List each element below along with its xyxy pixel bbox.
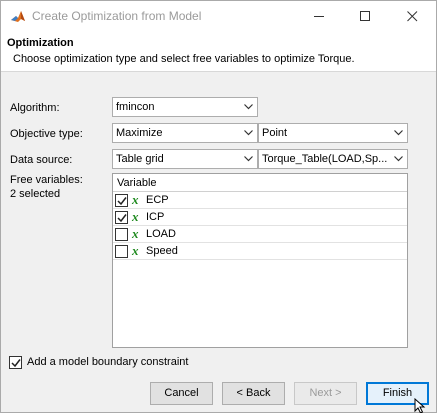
table-row[interactable]: x ECP bbox=[113, 192, 407, 209]
variable-checkbox[interactable] bbox=[115, 228, 128, 241]
variable-icon: x bbox=[132, 192, 139, 207]
algorithm-label: Algorithm: bbox=[10, 102, 60, 114]
algorithm-dropdown[interactable]: fmincon bbox=[112, 97, 258, 117]
variable-name: ICP bbox=[146, 211, 165, 223]
minimize-button[interactable] bbox=[297, 1, 343, 32]
objective-point-value: Point bbox=[262, 127, 288, 139]
table-row[interactable]: x ICP bbox=[113, 209, 407, 226]
mouse-cursor-icon bbox=[414, 397, 426, 413]
page-title: Optimization bbox=[7, 37, 74, 49]
next-button[interactable]: Next > bbox=[294, 382, 357, 405]
back-button[interactable]: < Back bbox=[222, 382, 285, 405]
objective-type-value: Maximize bbox=[116, 127, 163, 139]
chevron-down-icon bbox=[390, 150, 407, 168]
data-source-label: Data source: bbox=[10, 154, 73, 166]
data-source-value: Table grid bbox=[116, 153, 164, 165]
table-row[interactable]: x Speed bbox=[113, 243, 407, 260]
data-table-value: Torque_Table(LOAD,Sp... bbox=[262, 153, 388, 165]
table-header[interactable]: Variable bbox=[113, 174, 407, 192]
close-icon bbox=[407, 11, 418, 22]
window-title: Create Optimization from Model bbox=[32, 9, 202, 23]
variable-name: LOAD bbox=[146, 228, 176, 240]
checkmark-icon bbox=[117, 214, 127, 223]
variable-name: Speed bbox=[146, 245, 178, 257]
variable-icon: x bbox=[132, 209, 139, 224]
chevron-down-icon bbox=[240, 98, 257, 116]
maximize-button[interactable] bbox=[343, 1, 389, 32]
data-table-dropdown[interactable]: Torque_Table(LOAD,Sp... bbox=[258, 149, 408, 169]
column-header-variable: Variable bbox=[117, 177, 157, 189]
boundary-constraint-checkbox[interactable] bbox=[9, 356, 22, 369]
close-button[interactable] bbox=[390, 1, 436, 32]
variable-name: ECP bbox=[146, 194, 169, 206]
page-description: Choose optimization type and select free… bbox=[13, 53, 355, 65]
cancel-button[interactable]: Cancel bbox=[150, 382, 213, 405]
table-row[interactable]: x LOAD bbox=[113, 226, 407, 243]
title-bar[interactable]: Create Optimization from Model bbox=[1, 1, 436, 32]
minimize-icon bbox=[314, 16, 324, 17]
objective-type-label: Objective type: bbox=[10, 128, 83, 140]
checkmark-icon bbox=[11, 359, 21, 368]
variable-checkbox[interactable] bbox=[115, 211, 128, 224]
data-source-dropdown[interactable]: Table grid bbox=[112, 149, 258, 169]
checkmark-icon bbox=[117, 197, 127, 206]
maximize-icon bbox=[360, 11, 370, 21]
variable-icon: x bbox=[132, 226, 139, 241]
boundary-constraint-label: Add a model boundary constraint bbox=[27, 356, 189, 368]
free-variables-label: Free variables: bbox=[10, 174, 83, 186]
chevron-down-icon bbox=[240, 150, 257, 168]
variables-table[interactable]: Variable x ECP x ICP x LOAD x Speed bbox=[112, 173, 408, 348]
page-header: Optimization Choose optimization type an… bbox=[1, 32, 436, 72]
chevron-down-icon bbox=[390, 124, 407, 142]
free-variables-count: 2 selected bbox=[10, 188, 61, 200]
matlab-logo-icon bbox=[10, 9, 26, 25]
objective-type-dropdown[interactable]: Maximize bbox=[112, 123, 258, 143]
variable-checkbox[interactable] bbox=[115, 245, 128, 258]
variable-checkbox[interactable] bbox=[115, 194, 128, 207]
objective-point-dropdown[interactable]: Point bbox=[258, 123, 408, 143]
algorithm-value: fmincon bbox=[116, 101, 155, 113]
dialog-window: Create Optimization from Model Optimizat… bbox=[0, 0, 437, 413]
variable-icon: x bbox=[132, 243, 139, 258]
chevron-down-icon bbox=[240, 124, 257, 142]
